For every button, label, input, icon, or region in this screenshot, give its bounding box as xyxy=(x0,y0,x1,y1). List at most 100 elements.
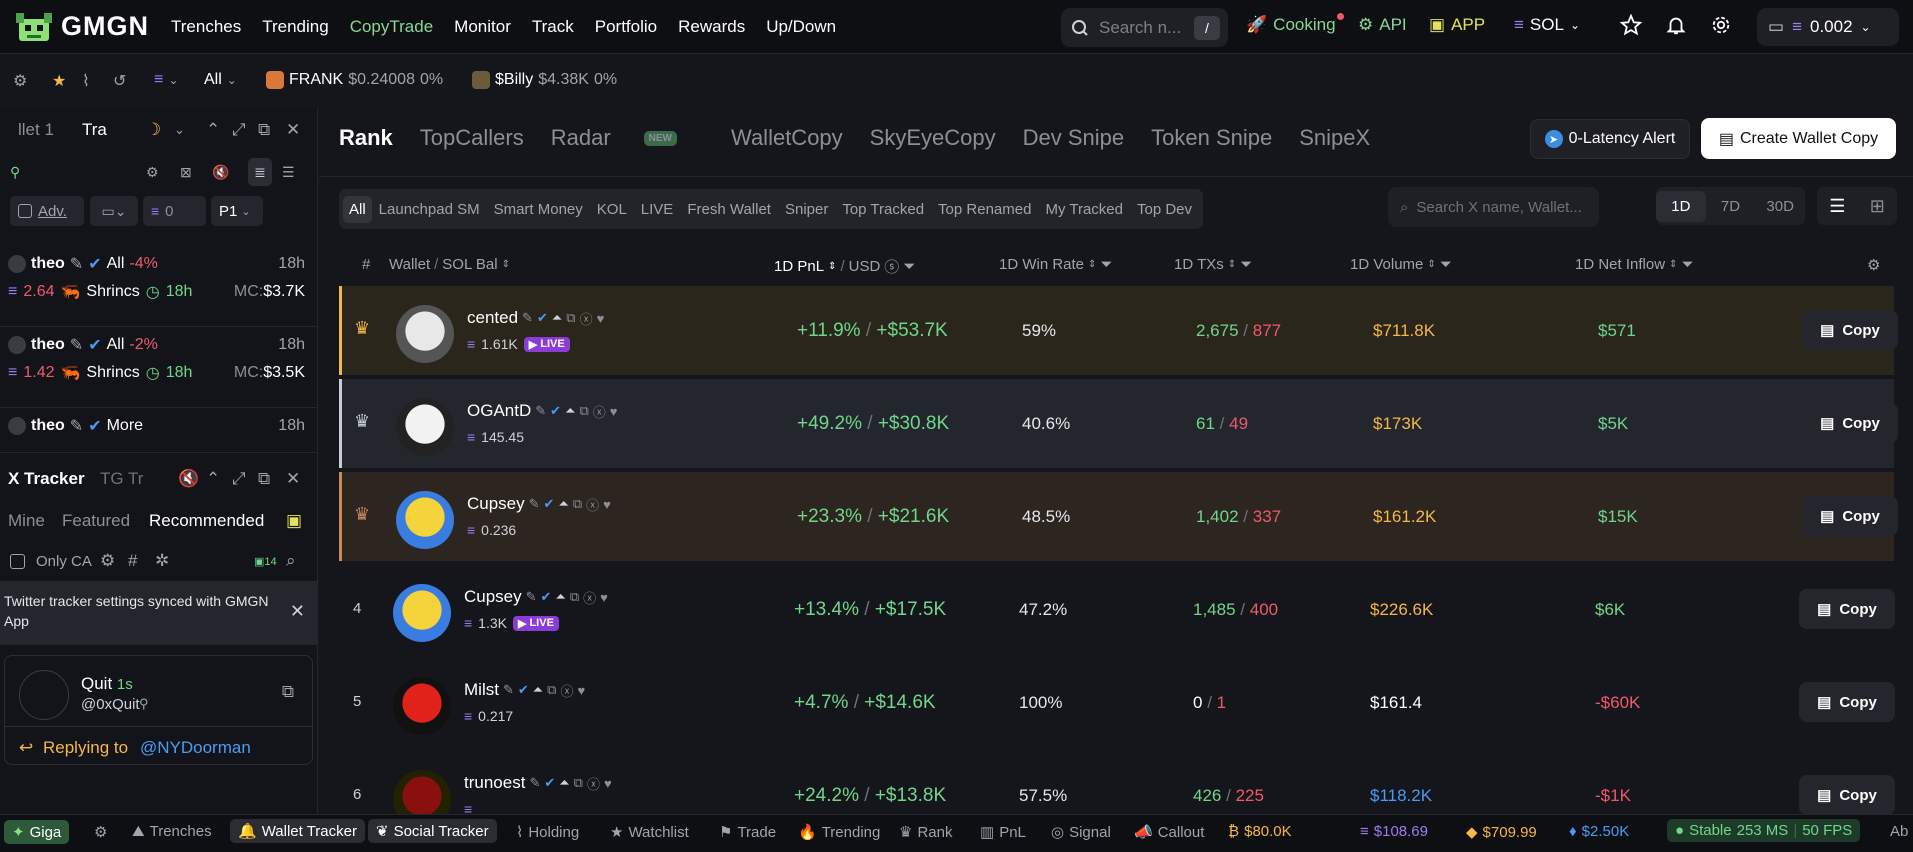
list-view-icon[interactable]: ☰ xyxy=(1829,196,1845,217)
only-ca-checkbox[interactable] xyxy=(10,553,25,569)
col-wallet[interactable]: Wallet / SOL Bal ⇕ xyxy=(389,256,510,273)
subtab-recommended[interactable]: Recommended xyxy=(149,511,264,531)
wallet-name-cell[interactable]: cented ✎ ✔ ⏶ ⧉ ⓧ ♥ xyxy=(467,308,604,328)
btc-price[interactable]: ₿ $80.0K xyxy=(1228,823,1292,840)
history-icon[interactable]: ↺ xyxy=(113,71,126,91)
period-30d[interactable]: 30D xyxy=(1755,198,1805,215)
api-link[interactable]: ⚙ API xyxy=(1358,15,1407,35)
preset-select[interactable]: P1 ⌄ xyxy=(211,196,263,226)
bookmark-icon[interactable]: ⊠ xyxy=(180,164,192,181)
col-txs[interactable]: 1D TXs ⇕ ⏷ xyxy=(1174,256,1252,273)
edit-icon[interactable]: ✎ xyxy=(529,775,540,791)
list-item[interactable]: theo ✎ ✔ All -2% 18h ≡ 1.42 🦐 Shrincs ◷ 18h MC:$3.5… xyxy=(0,327,317,408)
chevron-down-icon[interactable]: ⌄ xyxy=(174,122,185,138)
nav-portfolio[interactable]: Portfolio xyxy=(595,17,657,37)
filter-top-renamed[interactable]: Top Renamed xyxy=(931,201,1038,218)
filter-icon[interactable]: ⚲ xyxy=(10,164,20,181)
edit-icon[interactable]: ✎ xyxy=(529,496,540,512)
avatar[interactable] xyxy=(396,491,454,549)
table-row[interactable]: ♛ cented ✎ ✔ ⏶ ⧉ ⓧ ♥ ≡ 1.61K ▶ LIVE +11.9% / +$53.7K… xyxy=(339,286,1898,375)
gear-icon[interactable]: ⚙ xyxy=(13,71,27,91)
filter-live[interactable]: LIVE xyxy=(634,201,681,218)
gear-icon[interactable]: ⚙ xyxy=(94,823,107,841)
heart-icon[interactable]: ♥ xyxy=(597,311,605,326)
expand-icon[interactable]: ⤢ xyxy=(232,120,246,140)
x-icon[interactable]: ⓧ xyxy=(580,309,593,328)
chain-selector[interactable]: ≡ SOL ⌄ xyxy=(1514,15,1580,35)
subtab-featured[interactable]: Featured xyxy=(62,511,130,531)
table-row[interactable]: 6 trunoest ✎ ✔ ⏶ ⧉ ⓧ ♥ ≡ +24.2% / +$13.8K 57.5% 426… xyxy=(339,751,1895,828)
ticker-filter[interactable]: All ⌄ xyxy=(204,71,237,89)
tab-walletcopy[interactable]: WalletCopy xyxy=(731,125,843,151)
nav-monitor[interactable]: Monitor xyxy=(454,17,511,37)
bottom-social-tracker[interactable]: ❦ Social Tracker xyxy=(368,819,497,843)
wallet-select[interactable]: ▭⌄ xyxy=(90,196,138,226)
connection-status[interactable]: ● Stable 253 MS | 50 FPS xyxy=(1667,819,1861,842)
subtab-mine[interactable]: Mine xyxy=(8,511,45,531)
tweet-handle[interactable]: @0xQuit xyxy=(81,696,140,713)
wallet-name-cell[interactable]: Cupsey ✎ ✔ ⏶ ⧉ ⓧ ♥ xyxy=(464,587,608,607)
heart-icon[interactable]: ♥ xyxy=(610,404,618,419)
bottom-callout[interactable]: 📣 Callout xyxy=(1134,823,1204,842)
external-link-icon[interactable]: ⧉ xyxy=(282,682,294,702)
checkbox[interactable] xyxy=(18,204,32,218)
filter-icon[interactable]: ⏷ xyxy=(903,258,915,275)
grid-view-icon[interactable]: ⊞ xyxy=(1870,196,1885,217)
copy-address-icon[interactable]: ⧉ xyxy=(547,682,556,698)
x-icon[interactable]: ⓧ xyxy=(560,681,573,700)
cooking-link[interactable]: 🚀 Cooking xyxy=(1246,13,1344,35)
filter-my-tracked[interactable]: My Tracked xyxy=(1038,201,1130,218)
avatar[interactable] xyxy=(393,677,451,735)
list-view-icon[interactable]: ≣ xyxy=(248,158,272,186)
tracked-count-badge[interactable]: ▣14 xyxy=(254,555,277,568)
avatar[interactable] xyxy=(396,398,454,456)
heart-icon[interactable]: ♥ xyxy=(577,683,585,698)
popout-icon[interactable]: ⧉ xyxy=(258,469,270,489)
list-item[interactable]: theo ✎ ✔ All -4% 18h ≡ 2.64 🦐 Shrincs ◷ 18h MC:$3.7… xyxy=(0,246,317,327)
col-volume[interactable]: 1D Volume ⇕ ⏷ xyxy=(1350,256,1452,273)
replying-to-link[interactable]: @NYDoorman xyxy=(140,738,251,758)
solana-icon[interactable]: ≡ ⌄ xyxy=(154,71,178,89)
bottom-holding[interactable]: ⌇ Holding xyxy=(516,823,579,842)
x-icon[interactable]: ⓧ xyxy=(586,495,599,514)
close-icon[interactable]: ✕ xyxy=(290,601,305,621)
edit-icon[interactable]: ✎ xyxy=(70,254,83,274)
star-icon[interactable]: ★ xyxy=(52,71,66,91)
adv-filter-button[interactable]: Adv. xyxy=(10,196,84,226)
x-icon[interactable]: ⓧ xyxy=(587,774,600,793)
heart-icon[interactable]: ♥ xyxy=(603,497,611,512)
filter-top-dev[interactable]: Top Dev xyxy=(1130,201,1199,218)
nav-trenches[interactable]: Trenches xyxy=(171,17,241,37)
filter-launchpad-sm[interactable]: Launchpad SM xyxy=(372,201,487,218)
filter-kol[interactable]: KOL xyxy=(590,201,634,218)
filter-fresh-wallet[interactable]: Fresh Wallet xyxy=(680,201,778,218)
x-icon[interactable]: ⓧ xyxy=(593,402,606,421)
tab-snipex[interactable]: SnipeX xyxy=(1299,125,1370,151)
table-row[interactable]: 4 Cupsey ✎ ✔ ⏶ ⧉ ⓧ ♥ ≡ 1.3K ▶ LIVE +13.4% / +$17.5K 4… xyxy=(339,565,1895,654)
edit-icon[interactable]: ✎ xyxy=(535,403,546,419)
filter-all[interactable]: All xyxy=(343,195,372,223)
edit-icon[interactable]: ✎ xyxy=(503,682,514,698)
expand-icon[interactable]: ⤢ xyxy=(232,469,246,489)
avatar[interactable] xyxy=(393,584,451,642)
table-row[interactable]: ♛ OGAntD ✎ ✔ ⏶ ⧉ ⓧ ♥ ≡ 145.45 +49.2% / +$30.8K 40.6… xyxy=(339,379,1898,468)
collapse-icon[interactable]: ⌃ xyxy=(206,469,220,489)
eth-price[interactable]: ♦ $2.50K xyxy=(1569,823,1629,840)
period-7d[interactable]: 7D xyxy=(1706,198,1756,215)
bottom-signal[interactable]: ◎ Signal xyxy=(1051,823,1111,842)
wallet-name-cell[interactable]: OGAntD ✎ ✔ ⏶ ⧉ ⓧ ♥ xyxy=(467,401,618,421)
bottom-watchlist[interactable]: ★ Watchlist xyxy=(610,823,689,842)
nav-updown[interactable]: Up/Down xyxy=(766,17,836,37)
table-row[interactable]: 5 Milst ✎ ✔ ⏶ ⧉ ⓧ ♥ ≡ 0.217 +4.7% / +$14.6K 100% 0 /… xyxy=(339,658,1895,747)
tab-token-snipe[interactable]: Token Snipe xyxy=(1151,125,1272,151)
filter-icon[interactable]: ⏷ xyxy=(1440,256,1452,273)
gear-icon[interactable]: ⚙ xyxy=(146,164,159,181)
bottom-trade[interactable]: ⚑ Trade xyxy=(719,823,776,842)
bottom-rank[interactable]: ♛ Rank xyxy=(899,823,952,842)
gear-icon[interactable]: ⚙ xyxy=(100,551,115,571)
chart-icon[interactable]: ⌇ xyxy=(82,71,90,91)
global-search[interactable]: Search n... / xyxy=(1061,8,1228,47)
hashtag-icon[interactable]: # xyxy=(128,551,137,571)
filter-sniper[interactable]: Sniper xyxy=(778,201,835,218)
bottom-wallet-tracker[interactable]: 🔔 Wallet Tracker xyxy=(230,819,365,843)
